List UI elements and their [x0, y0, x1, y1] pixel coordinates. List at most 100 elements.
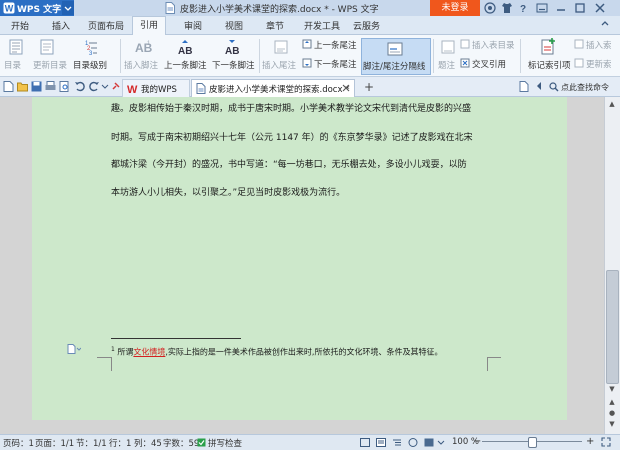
- shirt-icon[interactable]: [501, 2, 513, 14]
- insert-footnote-icon[interactable]: AB 1: [134, 39, 152, 55]
- status-col[interactable]: 列：45: [134, 437, 162, 449]
- zoom-slider-thumb[interactable]: [527, 437, 537, 448]
- tab-review[interactable]: 审阅: [184, 19, 202, 32]
- tab-chapter[interactable]: 章节: [266, 19, 284, 32]
- undo-icon[interactable]: [74, 81, 85, 92]
- window-title: 皮影进入小学美术课堂的探索.docx * - WPS 文字: [180, 5, 379, 15]
- body-line-4[interactable]: 本坊游人小儿相失，以引聚之。”足见当时皮影戏极为流行。: [111, 185, 345, 198]
- next-endnote-icon[interactable]: [302, 58, 312, 68]
- zoom-in-button[interactable]: +: [586, 436, 594, 447]
- status-section[interactable]: 节：1/1: [76, 437, 107, 449]
- prev-endnote-button[interactable]: 上一条尾注: [314, 39, 357, 51]
- app-name: WPS 文字: [17, 5, 62, 15]
- toc-icon[interactable]: [8, 39, 24, 55]
- zoom-out-button[interactable]: −: [473, 436, 481, 447]
- next-footnote-button[interactable]: 下一条脚注: [212, 59, 255, 71]
- tab-page-layout[interactable]: 页面布局: [88, 19, 124, 32]
- view-outline-icon[interactable]: [392, 438, 402, 447]
- help-icon[interactable]: ?: [517, 2, 529, 14]
- view-web-icon[interactable]: [408, 438, 418, 447]
- view-full-icon[interactable]: [360, 438, 370, 447]
- toc-level-button[interactable]: 目录级别: [73, 59, 107, 71]
- login-button[interactable]: 未登录: [430, 0, 480, 16]
- redo-icon[interactable]: [89, 81, 100, 92]
- prev-footnote-icon[interactable]: AB: [176, 39, 194, 55]
- tab-view[interactable]: 视图: [225, 19, 243, 32]
- document-icon: [165, 2, 175, 14]
- toc-level-icon[interactable]: 123: [83, 39, 99, 55]
- separator-line-button[interactable]: 脚注/尾注分隔线: [361, 38, 431, 75]
- update-toc-icon[interactable]: [39, 39, 55, 55]
- app-menu-button[interactable]: W WPS 文字: [0, 0, 74, 16]
- new-tab-button[interactable]: +: [364, 80, 374, 94]
- ribbon-toolbar: 目录 更新目录 123 目录级别 AB 1 插入脚注 AB 上一条脚注 AB 下一…: [0, 35, 620, 77]
- pin-icon[interactable]: [111, 81, 121, 91]
- svg-text:?: ?: [520, 4, 526, 14]
- next-footnote-icon[interactable]: AB: [223, 39, 241, 55]
- tab-references[interactable]: 引用: [132, 16, 167, 36]
- tab-home[interactable]: 开始: [11, 19, 29, 32]
- tab-my-wps[interactable]: W 我的WPS: [122, 79, 190, 97]
- insert-endnote-icon[interactable]: [273, 39, 289, 55]
- collapse-ribbon-icon[interactable]: [600, 19, 610, 29]
- next-endnote-button[interactable]: 下一条尾注: [314, 58, 357, 70]
- command-search[interactable]: 点此查找命令: [549, 81, 618, 94]
- status-row[interactable]: 行：1: [109, 437, 131, 449]
- scroll-up-icon[interactable]: ▲: [606, 99, 618, 109]
- prev-footnote-button[interactable]: 上一条脚注: [164, 59, 207, 71]
- body-line-2[interactable]: 时期。写成于南宋初期绍兴十七年（公元 1147 年）的《东京梦华录》记述了皮影戏…: [111, 130, 473, 143]
- command-search-placeholder: 点此查找命令: [561, 83, 609, 92]
- skin-icon[interactable]: [484, 2, 496, 14]
- prev-endnote-icon[interactable]: [302, 39, 312, 49]
- spell-check-icon[interactable]: [197, 438, 206, 447]
- spell-check-label[interactable]: 拼写检查: [208, 437, 242, 449]
- document-menu-icon[interactable]: [519, 81, 529, 92]
- status-page[interactable]: 页码：1: [3, 437, 34, 449]
- tab-cloud[interactable]: 云服务: [353, 19, 380, 32]
- insert-endnote-button[interactable]: 插入尾注: [262, 59, 296, 71]
- fit-window-icon[interactable]: [601, 437, 611, 447]
- page[interactable]: [32, 97, 567, 420]
- previous-page-icon[interactable]: ▲: [606, 397, 618, 407]
- scroll-thumb[interactable]: [606, 270, 619, 384]
- print-preview-icon[interactable]: [59, 81, 70, 92]
- update-toc-button[interactable]: 更新目录: [33, 59, 67, 71]
- minimize-icon[interactable]: [534, 1, 550, 15]
- browse-object-icon[interactable]: ●: [606, 408, 618, 418]
- close-button[interactable]: [592, 1, 608, 15]
- crop-mark: [111, 357, 112, 371]
- view-page-icon[interactable]: [376, 438, 386, 447]
- footnote-highlight[interactable]: 文化情境: [133, 348, 165, 357]
- view-read-icon[interactable]: [424, 438, 434, 447]
- svg-text:AB: AB: [178, 46, 192, 55]
- chevron-down-icon[interactable]: [437, 438, 445, 447]
- svg-text:AB: AB: [225, 46, 239, 55]
- tab-insert[interactable]: 插入: [52, 19, 70, 32]
- footnote-area-icon[interactable]: [67, 344, 81, 354]
- crop-mark: [487, 357, 488, 371]
- insert-footnote-button[interactable]: 插入脚注: [124, 59, 158, 71]
- svg-text:W: W: [5, 4, 14, 14]
- print-icon[interactable]: [45, 81, 56, 92]
- wps-logo-icon: W: [127, 83, 138, 94]
- maximize-button[interactable]: [572, 1, 588, 15]
- tab-developer[interactable]: 开发工具: [304, 19, 340, 32]
- body-line-3[interactable]: 都城汴梁（今开封）的盛况，书中写道：“每一坊巷口，无乐棚去处，多设小儿戏耍，以防: [111, 157, 467, 170]
- new-document-icon[interactable]: [3, 81, 14, 92]
- footnote-separator: [111, 338, 241, 339]
- toc-button[interactable]: 目录: [4, 59, 21, 71]
- scroll-down-icon[interactable]: ▼: [606, 384, 618, 394]
- save-icon[interactable]: [31, 81, 42, 92]
- open-folder-icon[interactable]: [17, 81, 28, 92]
- chevron-left-icon[interactable]: [535, 81, 543, 91]
- minimize-button[interactable]: [553, 1, 569, 15]
- title-bar: W WPS 文字 皮影进入小学美术课堂的探索.docx * - WPS 文字 未…: [0, 0, 620, 16]
- next-page-icon[interactable]: ▼: [606, 419, 618, 429]
- tab-document[interactable]: 皮影进入小学美术课堂的探索.docx *: [191, 79, 355, 97]
- chevron-down-icon[interactable]: [62, 1, 74, 15]
- body-line-1[interactable]: 趣。皮影相传始于秦汉时期，成书于唐宋时期。小学美术教学论文宋代到清代是皮影的兴盛: [111, 101, 471, 114]
- footnote[interactable]: 1 所谓文化情境,实际上指的是一件美术作品被创作出来时,所依托的文化环境、条件及…: [111, 346, 442, 358]
- chevron-down-icon[interactable]: [101, 81, 109, 91]
- status-pages[interactable]: 页面：1/1: [35, 437, 74, 449]
- close-icon[interactable]: [342, 84, 350, 92]
